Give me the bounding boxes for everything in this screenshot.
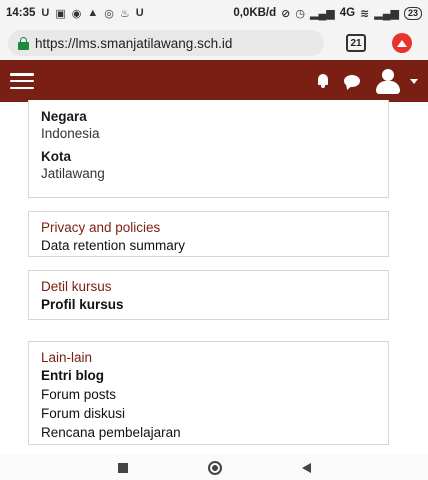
status-time: 14:35	[6, 7, 36, 19]
wifi-icon: ≋	[360, 7, 370, 20]
city-label: Kota	[41, 149, 71, 164]
blog-entries-link[interactable]: Entri blog	[41, 366, 376, 385]
app-navbar	[0, 60, 428, 102]
recent-apps-icon[interactable]	[117, 462, 128, 473]
notification-camera-icon: ◎	[104, 7, 114, 20]
opera-menu-icon[interactable]	[392, 33, 412, 53]
browser-toolbar: https://lms.smanjatilawang.sch.id 21	[0, 26, 428, 60]
notification-u-icon: U	[41, 7, 50, 19]
notification-u2-icon: U	[135, 7, 144, 19]
network-speed: 0,0KB/d	[233, 7, 277, 19]
misc-title: Lain-lain	[41, 350, 93, 365]
signal-icon: ▂▄▆	[309, 7, 335, 20]
signal2-icon: ▂▄▆	[374, 7, 399, 20]
url-text: https://lms.smanjatilawang.sch.id	[35, 35, 233, 51]
notification-chat-icon: ◉	[71, 7, 82, 20]
course-profile-link[interactable]: Profil kursus	[41, 295, 376, 314]
user-avatar-icon[interactable]	[374, 67, 402, 95]
country-value: Indonesia	[41, 126, 100, 141]
lock-icon	[18, 36, 29, 50]
privacy-title: Privacy and policies	[41, 220, 161, 235]
course-details-card: Detil kursus Profil kursus	[28, 270, 389, 320]
network-type: 4G	[339, 7, 356, 19]
home-icon[interactable]	[207, 460, 222, 475]
forum-discussions-link[interactable]: Forum diskusi	[41, 404, 376, 423]
notification-warning-icon: ▲	[87, 7, 99, 19]
privacy-card: Privacy and policies Data retention summ…	[28, 211, 389, 257]
notification-image-icon: ▣	[55, 7, 66, 20]
back-icon[interactable]	[301, 462, 311, 473]
battery-icon: 23	[403, 6, 422, 20]
data-retention-link[interactable]: Data retention summary	[41, 236, 376, 255]
country-label: Negara	[41, 109, 87, 124]
notification-app-icon: ♨	[119, 7, 130, 20]
mute-icon: ⊘	[281, 7, 291, 20]
chat-icon[interactable]	[344, 75, 360, 87]
status-bar: 14:35 U ▣ ◉ ▲ ◎ ♨ U 0,0KB/d ⊘ ◷ ▂▄▆ 4G ≋…	[0, 0, 428, 26]
tab-switcher-button[interactable]: 21	[346, 34, 366, 52]
misc-card: Lain-lain Entri blog Forum posts Forum d…	[28, 341, 389, 445]
page-content: Negara Indonesia Kota Jatilawang Privacy…	[0, 100, 428, 445]
address-bar[interactable]: https://lms.smanjatilawang.sch.id	[8, 30, 324, 56]
learning-plans-link[interactable]: Rencana pembelajaran	[41, 423, 376, 442]
alarm-icon: ◷	[295, 7, 305, 20]
profile-card: Negara Indonesia Kota Jatilawang	[28, 100, 389, 198]
forum-posts-link[interactable]: Forum posts	[41, 385, 376, 404]
hamburger-menu-icon[interactable]	[10, 73, 34, 89]
city-value: Jatilawang	[41, 166, 105, 181]
course-details-title: Detil kursus	[41, 279, 112, 294]
chevron-down-icon[interactable]	[410, 78, 418, 84]
system-nav-bar	[0, 455, 428, 480]
bell-icon[interactable]	[316, 73, 330, 89]
